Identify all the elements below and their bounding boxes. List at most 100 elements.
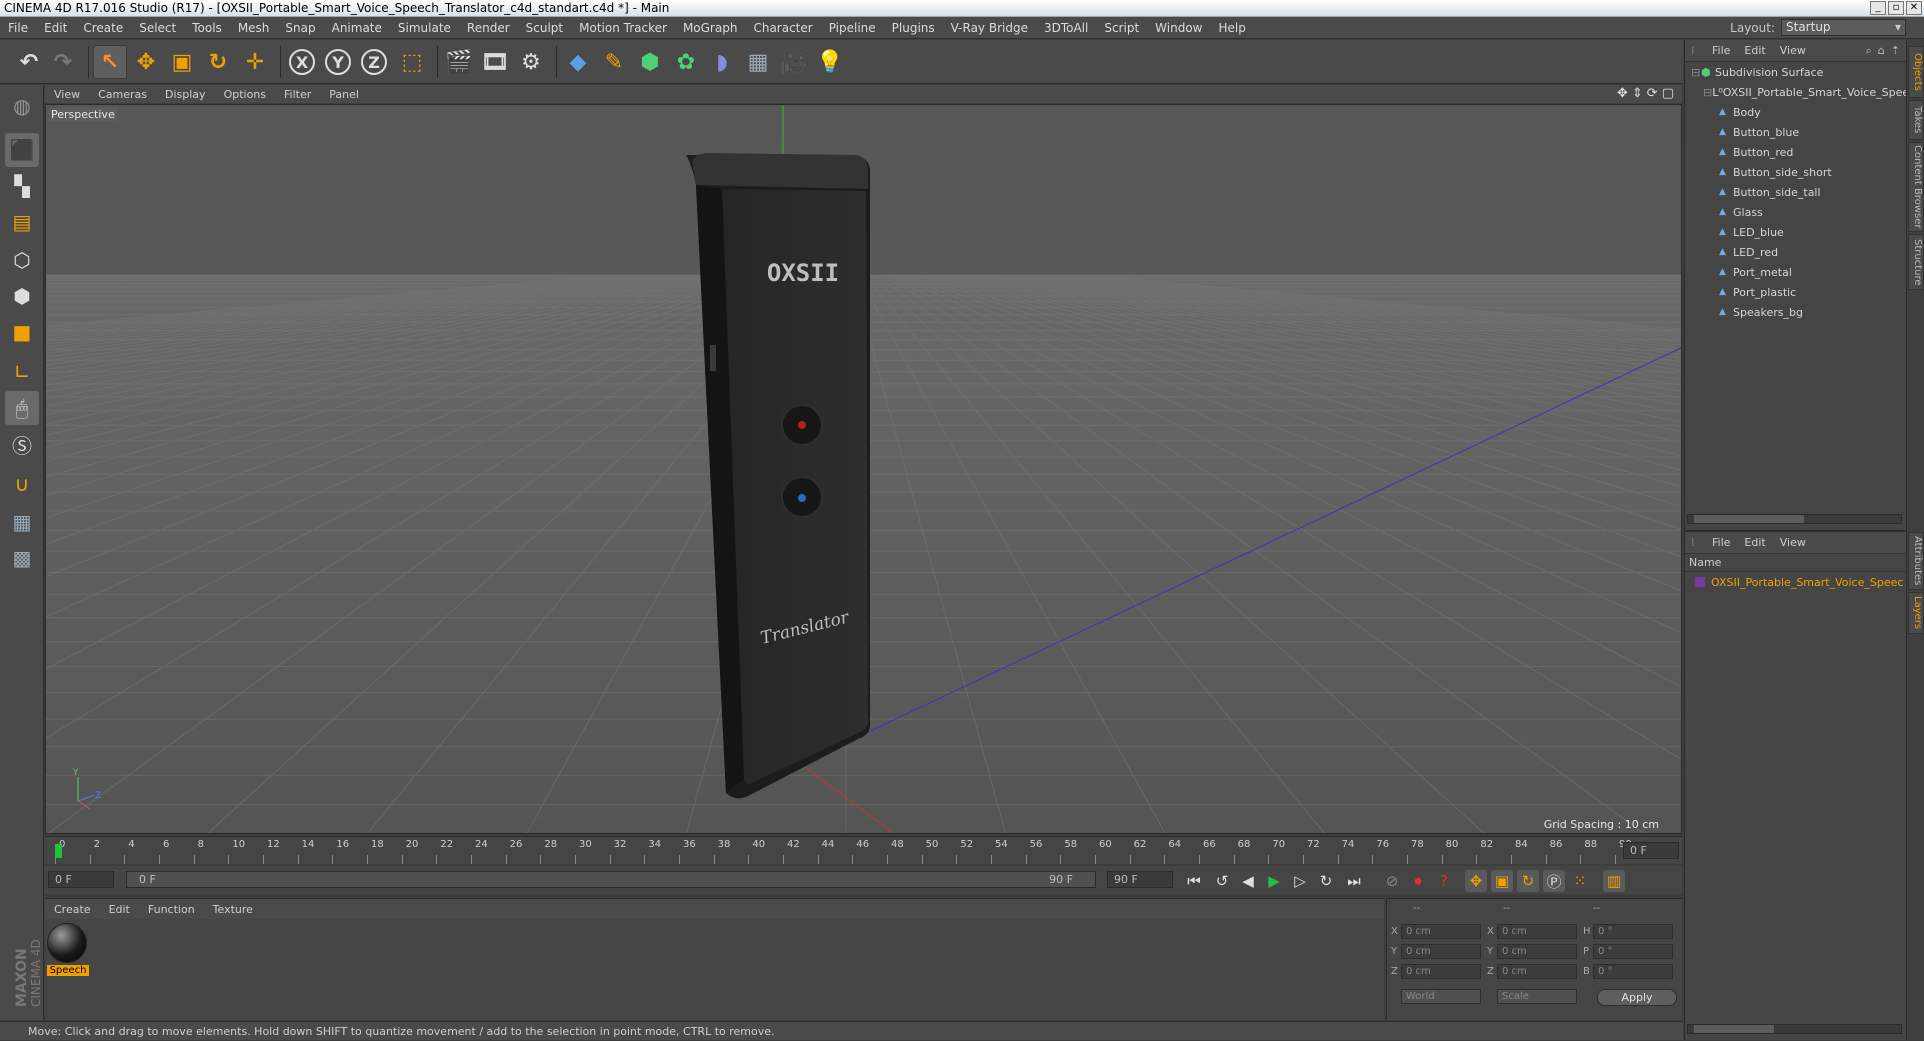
world-coords-icon[interactable]: ⬚: [395, 45, 429, 79]
menu-plugins[interactable]: Plugins: [884, 17, 943, 39]
viewport-rotate-icon[interactable]: ⟳: [1647, 86, 1658, 101]
material-menu-texture[interactable]: Texture: [204, 903, 262, 916]
objects-menu-file[interactable]: File: [1705, 44, 1737, 57]
spline-pen-icon[interactable]: ✎: [597, 45, 631, 79]
size-mode-dropdown[interactable]: Scale: [1497, 989, 1577, 1004]
magnet-icon[interactable]: ∪: [5, 467, 39, 501]
menu-window[interactable]: Window: [1147, 17, 1210, 39]
subdivision-surface-icon[interactable]: ⬢: [633, 45, 667, 79]
close-button[interactable]: ✕: [1906, 1, 1922, 15]
tab-structure[interactable]: Structure: [1908, 234, 1924, 290]
rotation-h-field[interactable]: 0 °: [1593, 924, 1673, 939]
workplane-icon[interactable]: ▤: [5, 205, 39, 239]
tree-item-object[interactable]: ▲ Button_side_short: [1685, 162, 1907, 182]
axis-x-toggle[interactable]: X: [285, 45, 319, 79]
axis-y-toggle[interactable]: Y: [321, 45, 355, 79]
render-picture-viewer-icon[interactable]: 🎞: [478, 45, 512, 79]
autokey-icon[interactable]: ?: [1433, 870, 1455, 892]
go-to-start-icon[interactable]: ⏮: [1183, 870, 1205, 892]
tree-item-object[interactable]: ▲ Port_plastic: [1685, 282, 1907, 302]
material-menu-edit[interactable]: Edit: [100, 903, 139, 916]
redo-icon[interactable]: ↷: [46, 45, 80, 79]
viewport-menu-cameras[interactable]: Cameras: [89, 88, 156, 101]
maximize-button[interactable]: ▫: [1888, 1, 1904, 15]
tree-item-object[interactable]: ▲ Speakers_bg: [1685, 302, 1907, 322]
tree-item-object[interactable]: ▲ Glass: [1685, 202, 1907, 222]
objects-menu-edit[interactable]: Edit: [1737, 44, 1772, 57]
tab-attributes[interactable]: Attributes: [1908, 532, 1924, 590]
menu-simulate[interactable]: Simulate: [390, 17, 459, 39]
tree-item-object[interactable]: ▲ Button_side_tall: [1685, 182, 1907, 202]
rotation-b-field[interactable]: 0 °: [1593, 964, 1673, 979]
current-frame-field[interactable]: 0 F: [1623, 842, 1679, 859]
layers-menu-view[interactable]: View: [1773, 536, 1813, 549]
objects-home-icon[interactable]: ⌂: [1878, 44, 1885, 58]
tree-item-object[interactable]: ▲ Button_red: [1685, 142, 1907, 162]
texture-mode-icon[interactable]: ▚: [5, 169, 39, 203]
apply-button[interactable]: Apply: [1597, 989, 1677, 1006]
viewport-maximize-icon[interactable]: ▢: [1662, 86, 1674, 101]
position-y-field[interactable]: 0 cm: [1401, 944, 1481, 959]
menu-snap[interactable]: Snap: [277, 17, 323, 39]
timeline-window-icon[interactable]: ▥: [1603, 870, 1625, 892]
lock-workplane-icon[interactable]: ▦: [5, 505, 39, 539]
scale-tool-icon[interactable]: ▣: [165, 45, 199, 79]
tab-objects[interactable]: Objects: [1908, 46, 1924, 98]
key-pla-icon[interactable]: ⁙: [1569, 870, 1591, 892]
model-mode-icon[interactable]: ⬛: [5, 133, 39, 167]
play-icon[interactable]: ▶: [1263, 870, 1285, 892]
menu-character[interactable]: Character: [745, 17, 820, 39]
deformer-icon[interactable]: ◗: [705, 45, 739, 79]
menu-help[interactable]: Help: [1210, 17, 1253, 39]
key-scale-icon[interactable]: ▣: [1491, 870, 1513, 892]
end-frame-field[interactable]: 90 F: [1107, 871, 1173, 888]
key-rotation-icon[interactable]: ↻: [1517, 870, 1539, 892]
material-swatch[interactable]: Speech: [47, 923, 89, 979]
make-editable-icon[interactable]: ◍: [5, 89, 39, 123]
timeline-playhead[interactable]: [55, 844, 62, 858]
go-to-end-icon[interactable]: ⏭: [1343, 870, 1365, 892]
tree-item-object[interactable]: ▲ Button_blue: [1685, 122, 1907, 142]
tab-content-browser[interactable]: Content Browser: [1908, 142, 1924, 232]
rotation-p-field[interactable]: 0 °: [1593, 944, 1673, 959]
previous-frame-icon[interactable]: ◀: [1237, 870, 1259, 892]
record-active-icon[interactable]: ⏺: [1407, 870, 1429, 892]
tree-item-group[interactable]: ⊟ L⁰ OXSII_Portable_Smart_Voice_Spee: [1685, 82, 1907, 102]
points-mode-icon[interactable]: ⬡: [5, 243, 39, 277]
select-arrow-icon[interactable]: ↖: [93, 45, 127, 79]
planar-workplane-icon[interactable]: ▩: [5, 541, 39, 575]
menu-vray-bridge[interactable]: V-Ray Bridge: [943, 17, 1036, 39]
frame-range-slider[interactable]: 0 F 90 F: [126, 871, 1096, 888]
material-menu-create[interactable]: Create: [45, 903, 100, 916]
material-menu-function[interactable]: Function: [139, 903, 204, 916]
menu-pipeline[interactable]: Pipeline: [821, 17, 884, 39]
move-add-icon[interactable]: ✛: [238, 45, 272, 79]
key-position-icon[interactable]: ✥: [1465, 870, 1487, 892]
next-key-icon[interactable]: ↻: [1315, 870, 1337, 892]
layers-menu-file[interactable]: File: [1705, 536, 1737, 549]
keyframe-lock-icon[interactable]: ⊘: [1381, 870, 1403, 892]
menu-select[interactable]: Select: [131, 17, 184, 39]
polygons-mode-icon[interactable]: ■: [5, 315, 39, 349]
menu-file[interactable]: File: [0, 17, 36, 39]
layer-item[interactable]: OXSII_Portable_Smart_Voice_Speec: [1685, 572, 1907, 592]
key-parameter-icon[interactable]: Ⓟ: [1543, 870, 1565, 892]
viewport-menu-panel[interactable]: Panel: [320, 88, 368, 101]
viewport-menu-display[interactable]: Display: [156, 88, 215, 101]
cube-primitive-icon[interactable]: ◆: [561, 45, 595, 79]
coord-system-dropdown[interactable]: World: [1401, 989, 1481, 1004]
viewport-menu-filter[interactable]: Filter: [275, 88, 320, 101]
tab-layers[interactable]: Layers: [1908, 592, 1924, 634]
snap-icon[interactable]: Ⓢ: [5, 427, 39, 461]
tree-item-object[interactable]: ▲ LED_red: [1685, 242, 1907, 262]
timeline-ruler[interactable]: 0 2 4 6 8 10 12 14 16 18 20 22 24 26 28 30 32 34 36 38 40 42 4…: [45, 836, 1682, 864]
move-tool-icon[interactable]: ✥: [129, 45, 163, 79]
undo-icon[interactable]: ↶: [12, 45, 46, 79]
menu-mograph[interactable]: MoGraph: [675, 17, 746, 39]
viewport-menu-view[interactable]: View: [45, 88, 89, 101]
scene-floor-icon[interactable]: ▦: [741, 45, 775, 79]
menu-motion-tracker[interactable]: Motion Tracker: [571, 17, 675, 39]
start-frame-field[interactable]: 0 F: [48, 871, 114, 888]
position-z-field[interactable]: 0 cm: [1401, 964, 1481, 979]
layers-menu-edit[interactable]: Edit: [1737, 536, 1772, 549]
